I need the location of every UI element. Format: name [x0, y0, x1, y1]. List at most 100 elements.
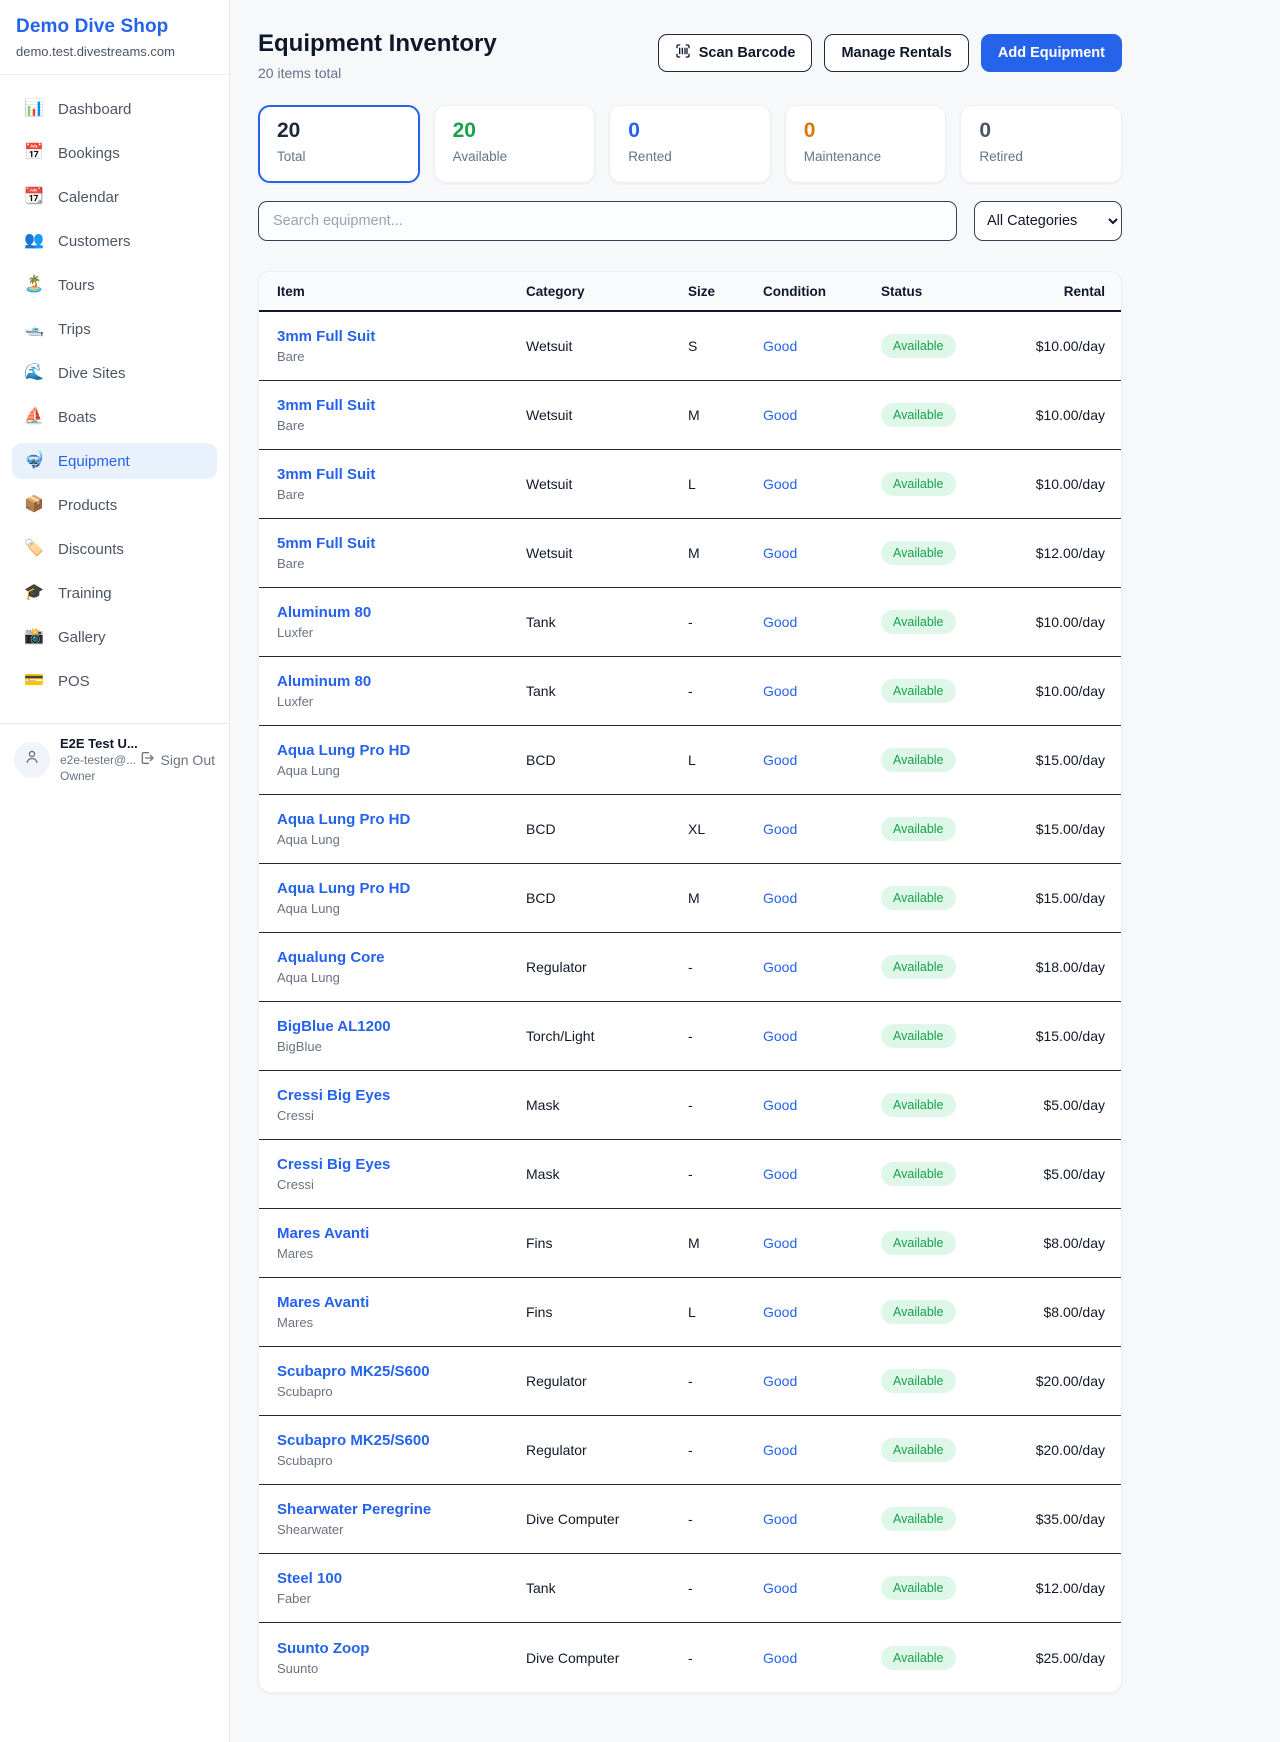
stat-card-maintenance[interactable]: 0Maintenance — [785, 105, 947, 183]
item-name-link[interactable]: Steel 100 — [277, 1570, 526, 1587]
sidebar-item-products[interactable]: 📦Products — [12, 487, 217, 523]
condition-link[interactable]: Good — [763, 476, 797, 492]
item-name-link[interactable]: Mares Avanti — [277, 1294, 526, 1311]
manage-rentals-button[interactable]: Manage Rentals — [824, 34, 968, 72]
sidebar-item-trips[interactable]: 🛥️Trips — [12, 311, 217, 347]
category-select[interactable]: All Categories — [974, 201, 1122, 241]
item-cell: Scubapro MK25/S600 Scubapro — [259, 1363, 526, 1399]
status-badge: Available — [881, 1162, 956, 1186]
stat-card-rented[interactable]: 0Rented — [609, 105, 771, 183]
category-cell: BCD — [526, 752, 688, 768]
item-name-link[interactable]: 5mm Full Suit — [277, 535, 526, 552]
condition-link[interactable]: Good — [763, 1511, 797, 1527]
item-name-link[interactable]: Aqua Lung Pro HD — [277, 811, 526, 828]
size-cell: - — [688, 959, 763, 975]
item-brand: Mares — [277, 1246, 526, 1261]
rental-cell: $10.00/day — [1031, 407, 1121, 423]
item-cell: 5mm Full Suit Bare — [259, 535, 526, 571]
item-name-link[interactable]: Cressi Big Eyes — [277, 1156, 526, 1173]
item-name-link[interactable]: 3mm Full Suit — [277, 466, 526, 483]
table-row: Shearwater Peregrine Shearwater Dive Com… — [259, 1485, 1121, 1554]
item-name-link[interactable]: Scubapro MK25/S600 — [277, 1363, 526, 1380]
items-total-subtitle: 20 items total — [258, 65, 497, 81]
rental-cell: $20.00/day — [1031, 1442, 1121, 1458]
rental-cell: $35.00/day — [1031, 1511, 1121, 1527]
stat-card-total[interactable]: 20Total — [258, 105, 420, 183]
item-name-link[interactable]: Scubapro MK25/S600 — [277, 1432, 526, 1449]
bar-chart-icon: 📊 — [24, 101, 44, 117]
condition-link[interactable]: Good — [763, 545, 797, 561]
item-name-link[interactable]: Shearwater Peregrine — [277, 1501, 526, 1518]
sidebar-item-discounts[interactable]: 🏷️Discounts — [12, 531, 217, 567]
category-cell: Regulator — [526, 959, 688, 975]
stat-card-available[interactable]: 20Available — [434, 105, 596, 183]
item-name-link[interactable]: Aqua Lung Pro HD — [277, 742, 526, 759]
item-name-link[interactable]: Aqualung Core — [277, 949, 526, 966]
condition-link[interactable]: Good — [763, 1304, 797, 1320]
condition-link[interactable]: Good — [763, 959, 797, 975]
sidebar-item-boats[interactable]: ⛵Boats — [12, 399, 217, 435]
scan-barcode-button[interactable]: Scan Barcode — [658, 34, 813, 72]
stat-value: 0 — [804, 119, 928, 143]
item-name-link[interactable]: Mares Avanti — [277, 1225, 526, 1242]
sidebar-item-pos[interactable]: 💳POS — [12, 663, 217, 699]
item-name-link[interactable]: BigBlue AL1200 — [277, 1018, 526, 1035]
item-name-link[interactable]: Suunto Zoop — [277, 1640, 526, 1657]
column-header-status: Status — [881, 284, 1031, 299]
condition-link[interactable]: Good — [763, 338, 797, 354]
category-cell: Wetsuit — [526, 545, 688, 561]
sidebar-item-gallery[interactable]: 📸Gallery — [12, 619, 217, 655]
item-name-link[interactable]: Cressi Big Eyes — [277, 1087, 526, 1104]
item-name-link[interactable]: Aluminum 80 — [277, 673, 526, 690]
condition-link[interactable]: Good — [763, 1097, 797, 1113]
item-cell: Aqua Lung Pro HD Aqua Lung — [259, 811, 526, 847]
item-cell: Cressi Big Eyes Cressi — [259, 1156, 526, 1192]
sidebar-item-equipment[interactable]: 🤿Equipment — [12, 443, 217, 479]
category-cell: Torch/Light — [526, 1028, 688, 1044]
sidebar-item-tours[interactable]: 🏝️Tours — [12, 267, 217, 303]
condition-link[interactable]: Good — [763, 1442, 797, 1458]
stat-card-retired[interactable]: 0Retired — [960, 105, 1122, 183]
condition-link[interactable]: Good — [763, 683, 797, 699]
sailboat-icon: ⛵ — [24, 409, 44, 425]
search-input[interactable] — [258, 201, 957, 241]
condition-link[interactable]: Good — [763, 821, 797, 837]
category-cell: Tank — [526, 614, 688, 630]
calendar-icon: 📆 — [24, 189, 44, 205]
condition-link[interactable]: Good — [763, 1373, 797, 1389]
item-cell: Aqua Lung Pro HD Aqua Lung — [259, 880, 526, 916]
sidebar-item-calendar[interactable]: 📆Calendar — [12, 179, 217, 215]
item-brand: Luxfer — [277, 625, 526, 640]
sidebar-item-customers[interactable]: 👥Customers — [12, 223, 217, 259]
condition-link[interactable]: Good — [763, 1166, 797, 1182]
table-row: Aqua Lung Pro HD Aqua Lung BCD L Good Av… — [259, 726, 1121, 795]
condition-link[interactable]: Good — [763, 890, 797, 906]
item-name-link[interactable]: Aluminum 80 — [277, 604, 526, 621]
item-name-link[interactable]: 3mm Full Suit — [277, 397, 526, 414]
item-brand: BigBlue — [277, 1039, 526, 1054]
item-name-link[interactable]: Aqua Lung Pro HD — [277, 880, 526, 897]
status-badge: Available — [881, 886, 956, 910]
condition-link[interactable]: Good — [763, 1580, 797, 1596]
condition-link[interactable]: Good — [763, 407, 797, 423]
table-row: Aqua Lung Pro HD Aqua Lung BCD M Good Av… — [259, 864, 1121, 933]
sidebar-item-training[interactable]: 🎓Training — [12, 575, 217, 611]
size-cell: - — [688, 1580, 763, 1596]
sidebar-item-dashboard[interactable]: 📊Dashboard — [12, 91, 217, 127]
sidebar-nav: 📊Dashboard 📅Bookings 📆Calendar 👥Customers 🏝️… — [0, 75, 229, 717]
sign-out-button[interactable]: Sign Out — [139, 750, 215, 769]
add-equipment-button[interactable]: Add Equipment — [981, 34, 1122, 72]
size-cell: M — [688, 1235, 763, 1251]
sidebar-item-bookings[interactable]: 📅Bookings — [12, 135, 217, 171]
condition-link[interactable]: Good — [763, 1235, 797, 1251]
condition-link[interactable]: Good — [763, 752, 797, 768]
condition-link[interactable]: Good — [763, 1650, 797, 1666]
item-cell: Mares Avanti Mares — [259, 1225, 526, 1261]
condition-link[interactable]: Good — [763, 614, 797, 630]
item-brand: Bare — [277, 418, 526, 433]
item-name-link[interactable]: 3mm Full Suit — [277, 328, 526, 345]
condition-link[interactable]: Good — [763, 1028, 797, 1044]
sidebar-item-dive-sites[interactable]: 🌊Dive Sites — [12, 355, 217, 391]
diving-mask-icon: 🤿 — [24, 453, 44, 469]
rental-cell: $18.00/day — [1031, 959, 1121, 975]
